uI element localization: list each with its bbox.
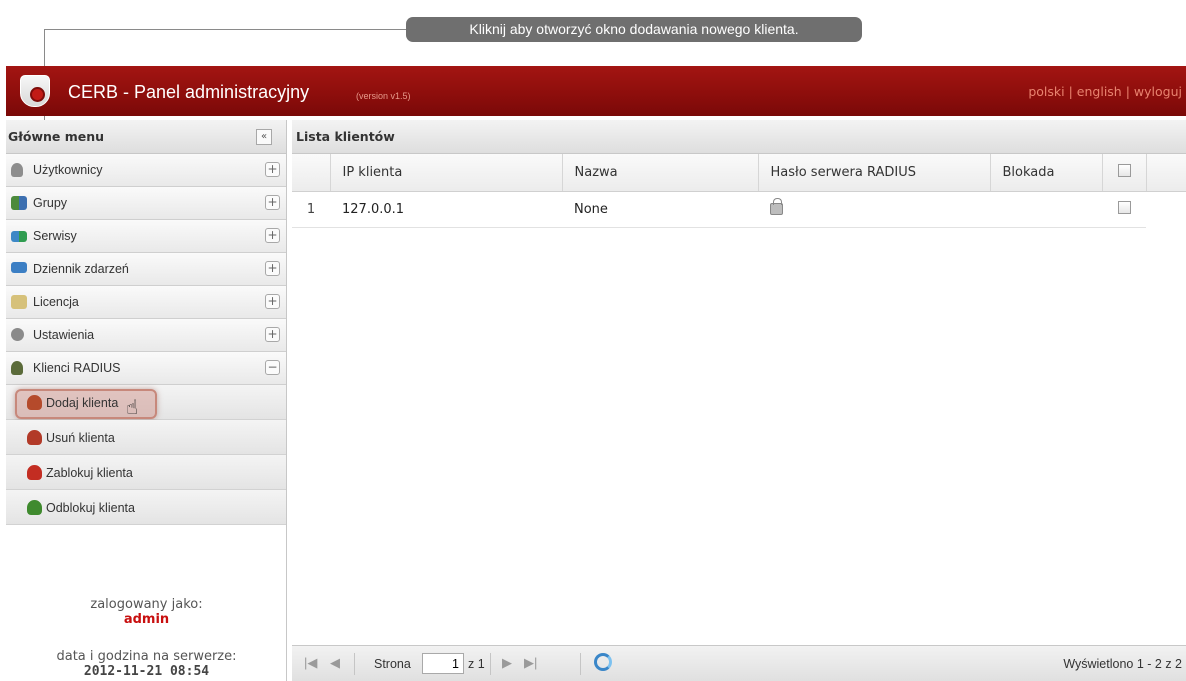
hand-cursor-icon: ☝ (126, 395, 139, 419)
cell-blocked (990, 191, 1102, 228)
column-header-ip[interactable]: IP klienta (330, 154, 563, 192)
unblock-client-icon (27, 500, 42, 515)
lang-polish-link[interactable]: polski (1028, 84, 1064, 99)
page-label: Strona (374, 657, 411, 671)
cell-password (758, 191, 990, 228)
sidebar-item-settings[interactable]: Ustawienia + (6, 319, 286, 352)
sidebar-item-event-log[interactable]: Dziennik zdarzeń + (6, 253, 286, 286)
server-time-box: data i godzina na serwerze: 2012-11-21 0… (6, 649, 287, 679)
block-client-icon (27, 465, 42, 480)
column-header-name[interactable]: Nazwa (562, 154, 759, 192)
pagination-bar: |◀ ◀ Strona z 1 ▶ ▶| Wyświetlono 1 - 2 z… (292, 645, 1186, 681)
refresh-icon[interactable] (594, 653, 612, 671)
remove-client-icon (27, 430, 42, 445)
server-time: 2012-11-21 08:54 (83, 664, 210, 679)
divider (580, 653, 581, 675)
add-client-icon (27, 395, 42, 410)
select-all-header (1102, 154, 1147, 192)
sidebar-item-users[interactable]: Użytkownicy + (6, 154, 286, 187)
traffic-light-icon (11, 361, 23, 375)
tooltip-connector (44, 29, 406, 30)
logout-link[interactable]: wyloguj (1134, 84, 1182, 99)
page-number-input[interactable] (422, 653, 464, 674)
app-title: CERB - Panel administracyjny (68, 82, 310, 102)
app-version: (version v1.5) (356, 91, 411, 101)
column-header-blocked[interactable]: Blokada (990, 154, 1103, 192)
monitor-icon (11, 262, 27, 273)
cell-select (1102, 191, 1146, 228)
sidebar: Główne menu « Użytkownicy + Grupy + Serw… (6, 120, 287, 681)
lang-english-link[interactable]: english (1077, 84, 1122, 99)
settings-icon (11, 328, 24, 341)
clients-table: IP klienta Nazwa Hasło serwera RADIUS Bl… (292, 154, 1186, 228)
services-icon (11, 231, 27, 242)
spacer-header (1146, 154, 1186, 192)
main-panel: Lista klientów IP klienta Nazwa Hasło se… (292, 120, 1186, 681)
sidebar-item-radius-clients[interactable]: Klienci RADIUS − (6, 352, 286, 385)
sidebar-header: Główne menu « (6, 120, 286, 154)
column-header-password[interactable]: Hasło serwera RADIUS (758, 154, 991, 192)
sidebar-item-license[interactable]: Licencja + (6, 286, 286, 319)
logged-user-box: zalogowany jako: admin (6, 597, 287, 627)
group-icon (11, 196, 27, 210)
table-row[interactable]: 1 127.0.0.1 None (292, 191, 1186, 228)
lock-icon (770, 198, 783, 215)
cerb-logo-icon (20, 75, 50, 107)
divider (354, 653, 355, 675)
server-time-label: data i godzina na serwerze: (56, 649, 237, 664)
expand-icon[interactable]: + (265, 294, 280, 309)
sub-item-unblock-client[interactable]: Odblokuj klienta (6, 490, 286, 525)
main-header: Lista klientów (292, 120, 1186, 154)
prev-page-icon[interactable]: ◀ (330, 655, 340, 671)
page-total-label: z 1 (468, 657, 485, 671)
select-all-checkbox[interactable] (1117, 163, 1131, 177)
last-page-icon[interactable]: ▶| (524, 655, 537, 671)
collapse-icon[interactable]: − (265, 360, 280, 375)
collapse-sidebar-button[interactable]: « (256, 129, 272, 145)
expand-icon[interactable]: + (265, 228, 280, 243)
cell-ip: 127.0.0.1 (330, 191, 562, 228)
user-icon (11, 163, 23, 177)
row-number-header (292, 154, 331, 192)
sub-item-remove-client[interactable]: Usuń klienta (6, 420, 286, 455)
display-info: Wyświetlono 1 - 2 z 2 (1063, 657, 1182, 671)
language-links: polski | english | wyloguj (1028, 84, 1182, 99)
tooltip: Kliknij aby otworzyć okno dodawania nowe… (406, 17, 862, 42)
logged-as-label: zalogowany jako: (90, 597, 203, 612)
row-number: 1 (292, 191, 330, 228)
sub-item-add-client[interactable]: Dodaj klienta ☝ (6, 385, 286, 420)
sub-item-block-client[interactable]: Zablokuj klienta (6, 455, 286, 490)
row-checkbox[interactable] (1117, 200, 1131, 214)
app-header: CERB - Panel administracyjny (version v1… (6, 66, 1186, 116)
expand-icon[interactable]: + (265, 162, 280, 177)
sidebar-title: Główne menu (8, 129, 105, 144)
cell-name: None (562, 191, 758, 228)
first-page-icon[interactable]: |◀ (304, 655, 317, 671)
username: admin (123, 612, 170, 627)
license-icon (11, 295, 27, 309)
sidebar-item-services[interactable]: Serwisy + (6, 220, 286, 253)
expand-icon[interactable]: + (265, 261, 280, 276)
sidebar-item-groups[interactable]: Grupy + (6, 187, 286, 220)
expand-icon[interactable]: + (265, 195, 280, 210)
divider (490, 653, 491, 675)
expand-icon[interactable]: + (265, 327, 280, 342)
page-title: Lista klientów (296, 129, 395, 144)
table-header-row: IP klienta Nazwa Hasło serwera RADIUS Bl… (292, 154, 1186, 192)
next-page-icon[interactable]: ▶ (502, 655, 512, 671)
